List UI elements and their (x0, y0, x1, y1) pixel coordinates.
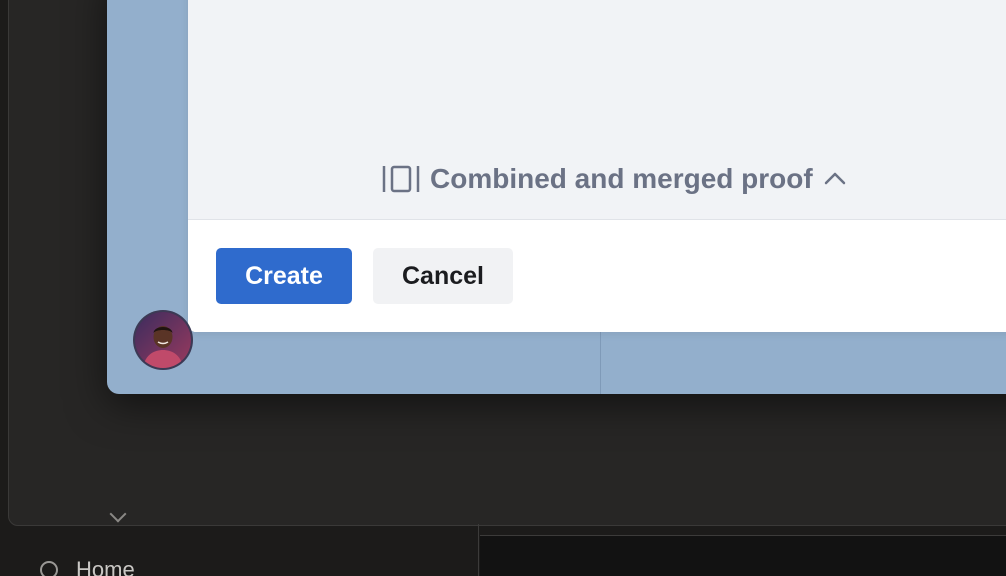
sidebar-item-label: Home (76, 557, 135, 576)
background-content-panel (480, 535, 1006, 576)
screen: Home Combined and merged proof Create Ca… (0, 0, 1006, 576)
create-button[interactable]: Create (216, 248, 352, 304)
sidebar-item-home[interactable]: Home (40, 557, 135, 576)
combined-proof-label: Combined and merged proof (430, 163, 813, 194)
combined-proof-toggle[interactable]: Combined and merged proof (382, 161, 847, 197)
create-dialog: Combined and merged proof Create Cancel (188, 0, 1006, 332)
dialog-footer: Create Cancel (188, 220, 1006, 332)
sidebar-divider (478, 524, 479, 576)
avatar[interactable] (135, 312, 191, 368)
columns-icon (382, 164, 420, 194)
circle-icon (40, 561, 58, 576)
dialog-body: Combined and merged proof (188, 0, 1006, 220)
cancel-button[interactable]: Cancel (373, 248, 513, 304)
chevron-up-icon (823, 169, 847, 189)
